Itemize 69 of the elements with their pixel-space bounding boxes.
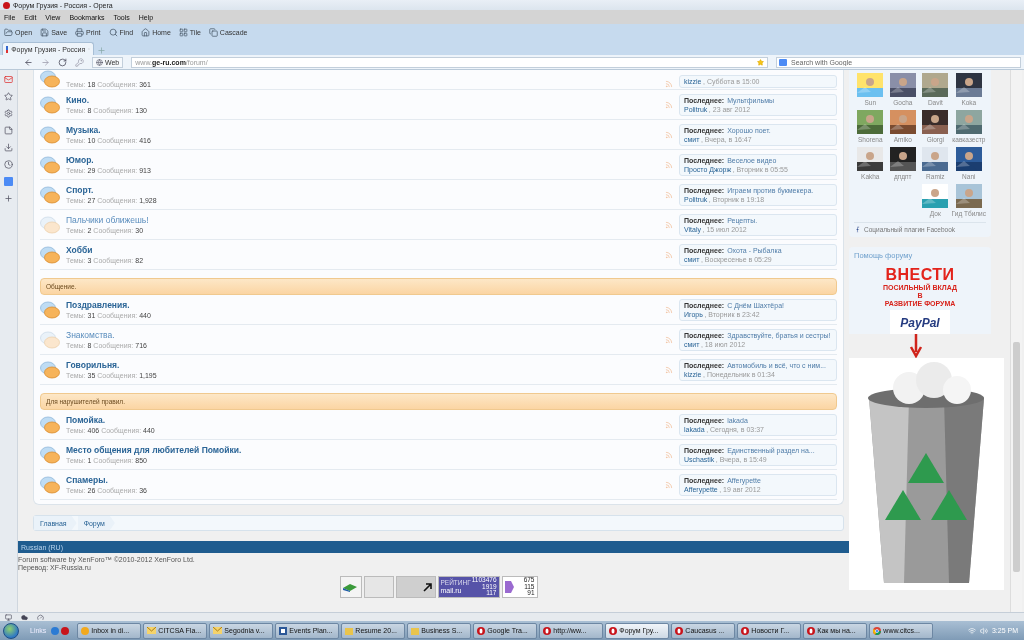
grid-icon [178, 27, 188, 37]
rss-icon[interactable] [665, 250, 673, 259]
settings-icon[interactable] [4, 109, 13, 118]
network-icon[interactable] [967, 626, 976, 635]
rss-icon[interactable] [665, 100, 673, 109]
windows-icon [208, 27, 218, 37]
rss-icon[interactable] [665, 420, 673, 429]
forum-title[interactable]: Поздравления. [66, 300, 130, 310]
forum-title[interactable]: Юмор. [66, 155, 94, 165]
start-button[interactable] [3, 622, 19, 639]
forum-title[interactable]: Знакомства. [66, 330, 115, 340]
mail-icon[interactable] [4, 75, 13, 84]
rss-icon[interactable] [665, 365, 673, 374]
folder-icon [4, 27, 13, 37]
scrollbar[interactable] [1010, 70, 1022, 612]
envelope-icon [213, 627, 223, 634]
forum-title[interactable]: Хобби [66, 245, 93, 255]
home-icon [141, 27, 151, 37]
forum-title[interactable]: Место общения для любителей Помойки. [66, 445, 242, 455]
donate-headline: ВНЕСТИ [885, 266, 955, 283]
paypal-button[interactable]: PayPal [890, 310, 950, 334]
forum-title[interactable]: Кино. [66, 95, 90, 105]
panel-toggle-icon[interactable] [5, 613, 12, 621]
folder-icon [411, 626, 420, 635]
cube-icon [342, 582, 357, 592]
forum-title[interactable]: Помойка. [66, 415, 106, 425]
floppy-icon [40, 27, 50, 37]
clock-icon[interactable] [4, 160, 13, 169]
forum-title[interactable]: Пальчики оближешь! [66, 215, 149, 225]
document-icon [279, 626, 288, 635]
rss-icon[interactable] [665, 80, 673, 88]
star-icon[interactable] [757, 58, 764, 66]
note-icon[interactable] [4, 126, 13, 135]
rss-icon[interactable] [665, 160, 673, 169]
speed-icon[interactable] [37, 613, 44, 621]
rss-icon[interactable] [665, 335, 673, 344]
printer-icon [75, 27, 85, 37]
browser-icon[interactable] [51, 626, 60, 635]
globe-icon [96, 58, 103, 66]
forum-title[interactable]: Музыка. [66, 125, 101, 135]
reload-icon[interactable] [58, 57, 67, 67]
rss-icon[interactable] [665, 130, 673, 139]
volume-icon[interactable] [979, 626, 988, 635]
forward-icon[interactable] [41, 57, 50, 67]
forum-title[interactable]: Говорильня. [66, 360, 120, 370]
rss-icon[interactable] [665, 220, 673, 229]
envelope-icon [147, 627, 157, 634]
back-icon[interactable] [24, 57, 33, 67]
rss-icon[interactable] [665, 190, 673, 199]
chrome-icon [873, 626, 882, 635]
rss-icon[interactable] [665, 480, 673, 489]
rss-icon[interactable] [665, 305, 673, 314]
down-arrow [909, 334, 923, 358]
download-icon[interactable] [4, 143, 13, 152]
new-tab-icon[interactable] [97, 46, 106, 55]
arrow-icon [422, 582, 433, 592]
rss-icon[interactable] [665, 450, 673, 459]
folder-icon [345, 626, 354, 635]
counter-badge[interactable] [395, 576, 436, 598]
flag-icon [6, 45, 9, 53]
chart-icon [504, 581, 514, 593]
forum-title[interactable]: Спорт. [66, 185, 94, 195]
forum-title[interactable]: Спамеры. [66, 475, 108, 485]
star-icon[interactable] [4, 92, 13, 101]
cloud-icon[interactable] [21, 613, 28, 621]
key-icon[interactable] [75, 57, 84, 67]
search-icon [108, 27, 118, 37]
facebook-icon [854, 226, 861, 233]
add-icon[interactable] [4, 194, 13, 203]
